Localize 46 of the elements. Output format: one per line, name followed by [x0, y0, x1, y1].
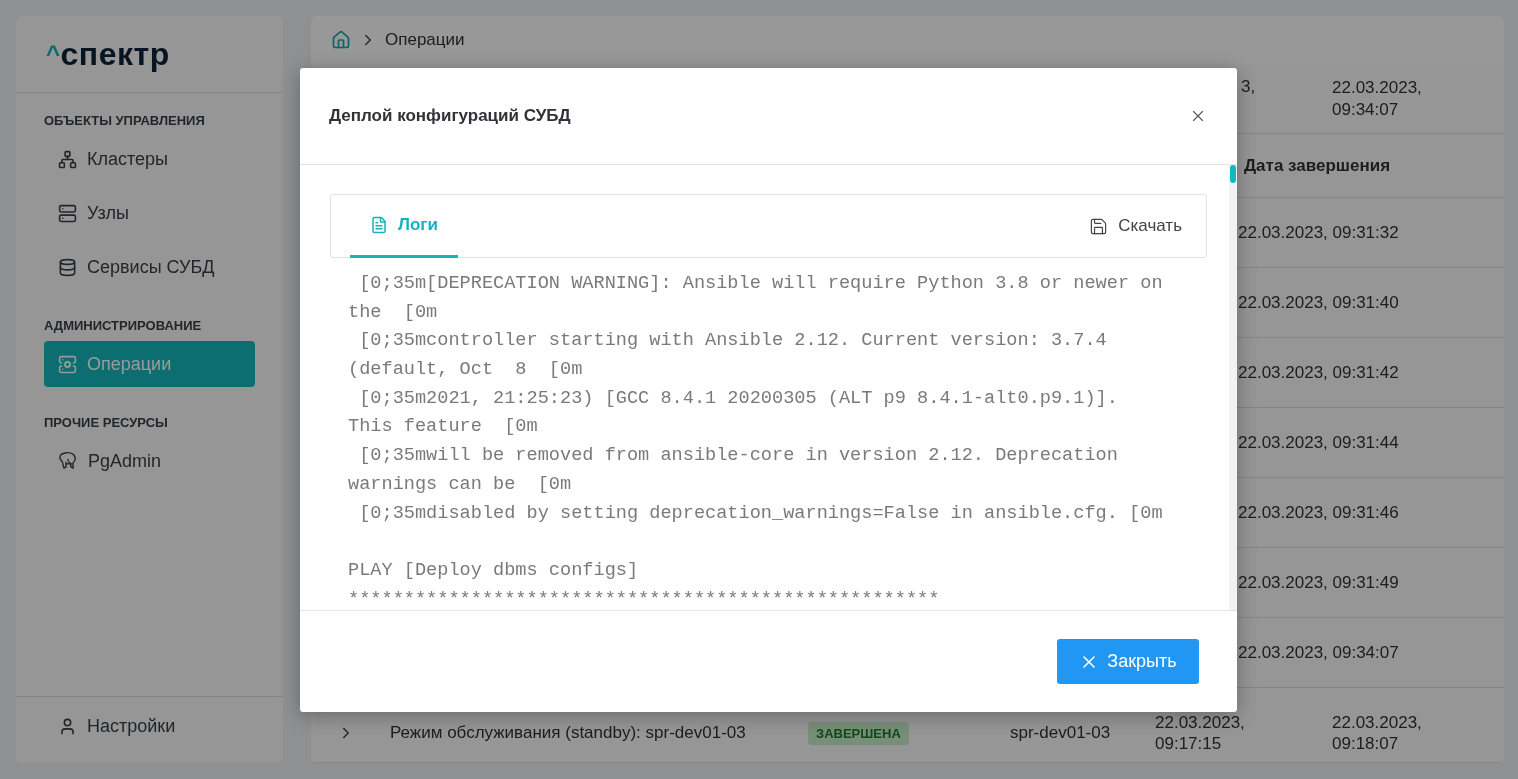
- table-cell-text: 3,: [1241, 76, 1257, 98]
- sidebar-item[interactable]: Сервисы СУБД: [44, 244, 255, 290]
- section-title: ОБЪЕКТЫ УПРАВЛЕНИЯ: [43, 112, 206, 130]
- log-line: [0;35m2021, 21:25:23) [GCC 8.4.1 20200305 (ALT p9 8.4.1-alt0.p9.1)].: [358, 386, 1119, 411]
- table-cell-text: 22.03.2023, 09:31:32: [1238, 221, 1400, 244]
- document-icon: [370, 216, 388, 234]
- section-title: ПРОЧИЕ РЕСУРСЫ: [43, 414, 169, 432]
- server-gear-icon: [58, 354, 77, 374]
- dialog-title: Деплой конфигураций СУБД: [329, 106, 571, 126]
- table-cell-text: 22.03.2023, 09:34:07: [1238, 641, 1400, 664]
- download-button[interactable]: Скачать: [1089, 195, 1182, 257]
- table-cell-text: 22.03.2023, 09:34:07: [1332, 77, 1423, 120]
- table-cell-text: 22.03.2023, 09:18:07: [1332, 711, 1423, 755]
- log-line: warnings can be [0m: [348, 472, 573, 497]
- log-line: [0;35m[DEPRECATION WARNING]: Ansible will require Python 3.8 or newer on: [358, 272, 1164, 296]
- log-line: [0;35mdisabled by setting deprecation_warnings=False in ansible.cfg. [0m: [358, 501, 1164, 526]
- table-cell-text: Режим обслуживания (standby): spr-dev01-03: [390, 722, 747, 744]
- status-badge: ЗАВЕРШЕНА: [808, 721, 909, 745]
- column-header: Дата завершения: [1244, 154, 1392, 177]
- table-cell-text: 22.03.2023, 09:31:44: [1238, 431, 1400, 454]
- log-line: *****************************************************: [348, 587, 941, 610]
- table-cell-text: 22.03.2023, 09:31:40: [1238, 291, 1400, 314]
- breadcrumb-item: Операции: [385, 30, 465, 50]
- log-line: (default, Oct 8 [0m: [348, 358, 584, 383]
- table-cell-text: 22.03.2023, 09:31:42: [1238, 361, 1400, 384]
- scrollbar[interactable]: [1229, 165, 1237, 610]
- log-line: This feature [0m: [348, 415, 539, 440]
- close-dialog-button[interactable]: Закрыть: [1057, 639, 1199, 684]
- database-icon: [58, 257, 77, 277]
- section-title: АДМИНИСТРИРОВАНИЕ: [43, 317, 203, 335]
- table-cell-text: 22.03.2023, 09:31:49: [1238, 571, 1400, 594]
- logo: ^спектр: [16, 16, 283, 93]
- sidebar-item[interactable]: Узлы: [44, 190, 255, 236]
- log-line: the [0m: [348, 300, 439, 325]
- server-icon: [58, 203, 77, 223]
- user-icon: [58, 716, 77, 736]
- table-cell-text: 22.03.2023, 09:31:46: [1238, 501, 1400, 524]
- log-line: [0;35mcontroller starting with Ansible 2.12. Current version: 3.7.4: [358, 329, 1108, 354]
- sidebar-item[interactable]: PgAdmin: [44, 438, 255, 484]
- sidebar-item[interactable]: Кластеры: [44, 136, 255, 182]
- table-cell-text: spr-dev01-03: [1010, 722, 1112, 744]
- cluster-icon: [58, 149, 77, 169]
- log-line: [0;35mwill be removed from ansible-core in version 2.12. Deprecation: [358, 444, 1119, 469]
- log-line: PLAY [Deploy dbms configs]: [348, 558, 640, 583]
- table-cell-text: 22.03.2023, 09:17:15: [1155, 711, 1246, 755]
- settings-item[interactable]: Настройки: [44, 703, 176, 749]
